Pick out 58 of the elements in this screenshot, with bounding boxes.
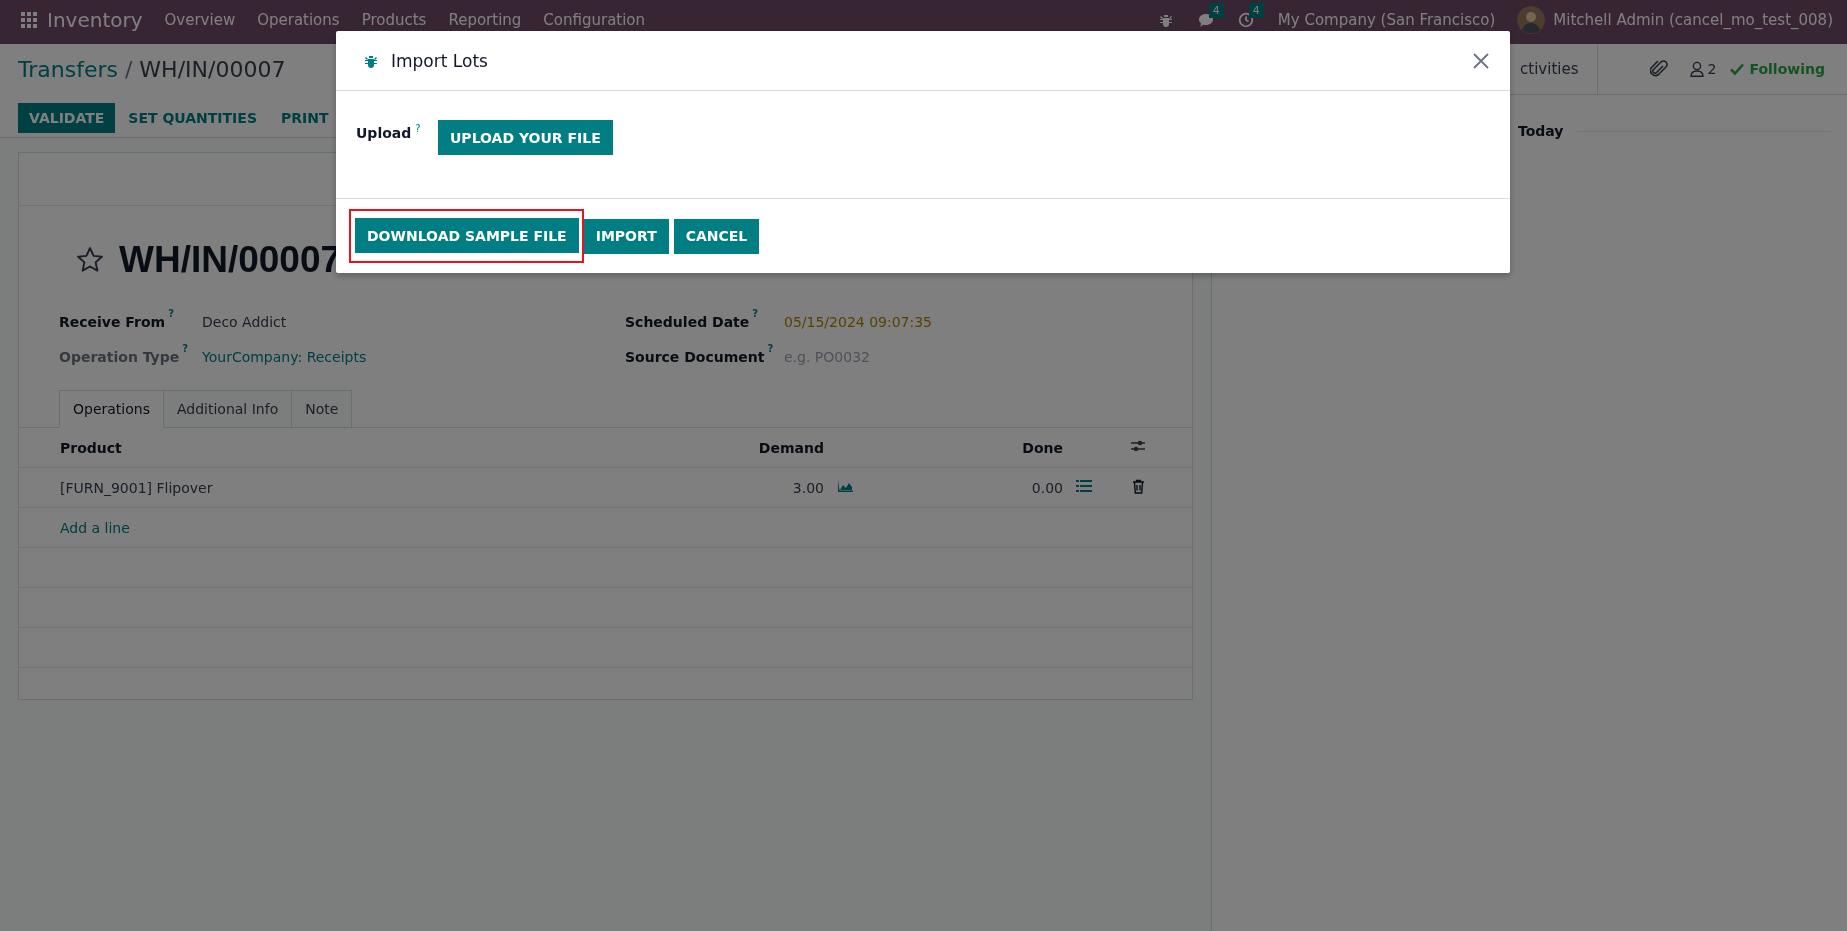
menu-item[interactable]: Overview [164, 11, 236, 29]
follower-count: 2 [1707, 61, 1717, 77]
company-switcher[interactable]: My Company (San Francisco) [1277, 11, 1496, 29]
user-menu[interactable]: Mitchell Admin (cancel_mo_test_008) [1553, 11, 1833, 29]
date-separator: Today [1518, 123, 1564, 139]
tab[interactable]: Operations [59, 390, 164, 428]
column-settings-icon[interactable] [1130, 438, 1146, 454]
avatar-icon[interactable] [1517, 6, 1546, 34]
dialog-button[interactable]: IMPORT [583, 218, 669, 254]
help-mark[interactable]: ? [168, 308, 174, 324]
trash-icon[interactable] [1131, 478, 1145, 494]
upload-button[interactable]: UPLOAD YOUR FILE [438, 120, 613, 155]
tab[interactable]: Additional Info [162, 390, 293, 428]
table-cell: 0.00 [863, 467, 1063, 508]
breadcrumb-separator: / [124, 56, 133, 82]
apps-menu-icon[interactable] [21, 12, 37, 28]
field-value[interactable]: 05/15/2024 09:07:35 [784, 314, 933, 330]
breadcrumb-current: WH/IN/00007 [139, 56, 286, 82]
chat-icon[interactable] [1197, 12, 1214, 28]
menu-item[interactable]: Products [361, 11, 427, 29]
menu-item[interactable]: Operations [257, 11, 340, 29]
counter-badge: 4 [1248, 3, 1264, 18]
counter-badge: 4 [1208, 3, 1224, 18]
bug-icon[interactable] [1157, 12, 1174, 28]
following-label: Following [1749, 61, 1825, 77]
help-mark[interactable]: ? [182, 343, 189, 359]
check-icon [1730, 63, 1745, 75]
add-line-link[interactable]: Add a line [60, 519, 130, 536]
field-link[interactable]: YourCompany: Receipts [202, 349, 367, 365]
dialog-title: Import Lots [391, 50, 489, 71]
paperclip-icon[interactable] [1649, 59, 1668, 79]
column-header: Done [863, 428, 1063, 468]
followers-button[interactable]: 2 [1689, 61, 1717, 77]
column-header: Demand [595, 428, 824, 468]
following-button[interactable]: Following [1730, 61, 1825, 77]
dialog-button[interactable]: CANCEL [673, 218, 760, 254]
help-mark[interactable]: ? [415, 123, 421, 134]
person-icon [1689, 61, 1704, 77]
help-mark[interactable]: ? [752, 308, 759, 324]
table-cell: 3.00 [595, 467, 824, 508]
dialog-button[interactable]: DOWNLOAD SAMPLE FILE [355, 218, 579, 253]
field-value: Deco Addict [202, 314, 287, 330]
column-header: Product [60, 428, 596, 468]
star-icon[interactable] [75, 245, 105, 275]
activities-button[interactable]: ctivities [1520, 44, 1598, 94]
record-title: WH/IN/00007 [119, 239, 342, 281]
clock-icon[interactable] [1237, 12, 1254, 28]
table-cell: [FURN_9001] Flipover [60, 467, 596, 508]
menu-item[interactable]: Configuration [543, 11, 646, 29]
app-name[interactable]: Inventory [47, 8, 143, 32]
help-mark[interactable]: ? [767, 343, 774, 359]
list-icon[interactable] [1076, 479, 1092, 493]
tab[interactable]: Note [291, 390, 353, 428]
validate-button[interactable]: VALIDATE [18, 103, 116, 133]
close-icon[interactable] [1472, 51, 1490, 70]
menu-item[interactable]: Reporting [448, 11, 522, 29]
breadcrumb-link[interactable]: Transfers [18, 56, 118, 82]
field-label: Upload $^{?}$ [356, 125, 422, 141]
